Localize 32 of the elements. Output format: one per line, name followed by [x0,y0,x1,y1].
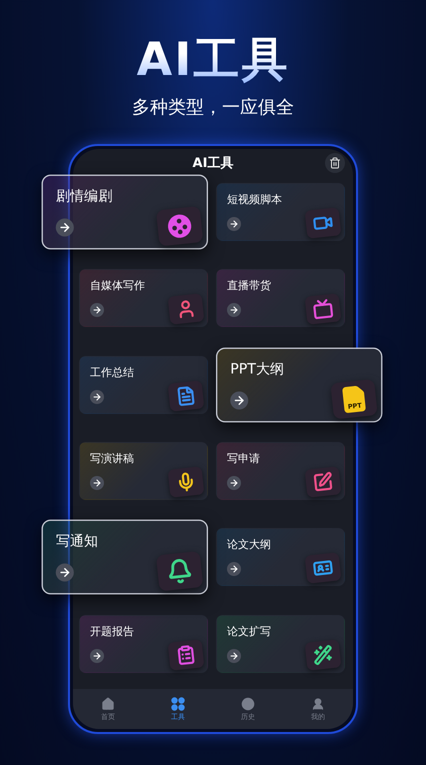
tool-card[interactable]: 写演讲稿 [79,442,208,500]
tool-title: PPT大纲 [230,360,286,378]
tool-title: 自媒体写作 [90,279,146,294]
tool-card[interactable]: 自媒体写作 [79,269,208,328]
tool-card[interactable]: 写申请 [216,442,345,500]
grid-icon [171,696,185,710]
tool-title: 工作总结 [90,366,135,380]
tool-card[interactable]: 写通知 [42,520,208,595]
tool-card[interactable]: 论文扩写 [216,614,345,673]
tool-title: 剧情编剧 [56,188,114,206]
arrow-icon[interactable] [56,218,74,236]
home-icon [101,696,115,710]
tool-title: 写演讲稿 [90,452,135,466]
tool-card[interactable]: 短视频脚本 [216,183,345,241]
tool-title: 直播带货 [227,279,272,294]
tool-title: 写申请 [227,452,261,466]
screen-title: AI工具 [192,155,234,172]
arrow-icon[interactable] [56,564,74,582]
tool-title: 论文扩写 [227,624,272,639]
tool-title: 写通知 [56,532,100,551]
tool-title: 论文大纲 [227,538,272,552]
tool-title: 短视频脚本 [227,193,283,207]
tool-title: 开题报告 [90,624,135,639]
tool-card[interactable]: 直播带货 [216,269,345,328]
arrow-icon[interactable] [230,391,248,410]
tool-card[interactable]: 开题报告 [79,614,208,673]
tool-card[interactable]: 剧情编剧 [42,174,208,250]
subtitle: 多种类型，一应俱全 [132,96,294,120]
tool-card[interactable]: 论文大纲 [216,528,345,586]
trash-icon[interactable] [325,153,345,173]
tool-card[interactable]: 工作总结 [79,356,208,414]
person-icon [311,696,325,710]
